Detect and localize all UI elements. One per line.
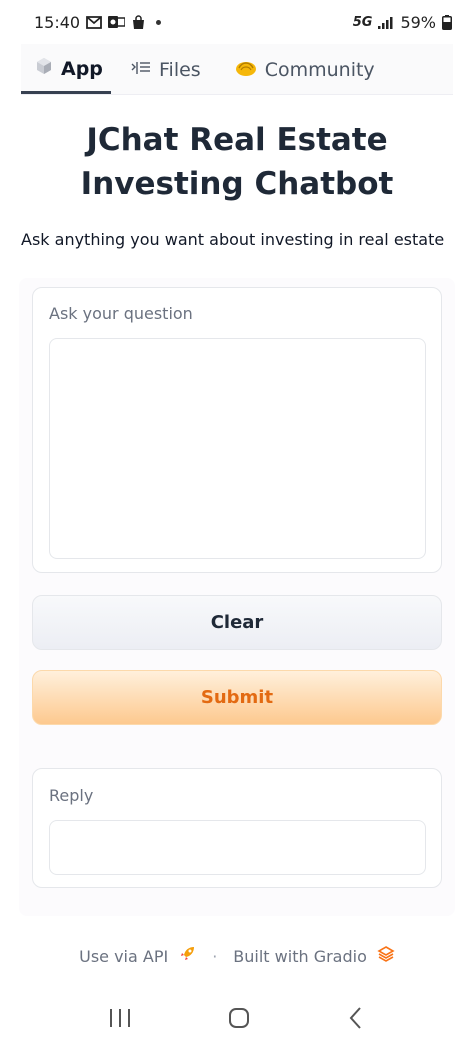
use-via-api-link[interactable]: Use via API <box>79 947 168 966</box>
question-block: Ask your question <box>32 287 442 573</box>
tab-files-label: Files <box>159 59 201 81</box>
status-bar: 15:40 5G 59% <box>0 0 474 44</box>
cube-icon <box>35 57 53 80</box>
question-input[interactable] <box>49 338 426 559</box>
reply-label: Reply <box>49 786 94 805</box>
battery-percent: 59% <box>400 12 436 32</box>
home-icon[interactable] <box>227 1006 251 1034</box>
gmail-icon <box>86 15 103 29</box>
reply-block: Reply <box>32 768 442 888</box>
tab-bar: App Files Community <box>21 44 453 95</box>
footer-separator: · <box>212 946 218 966</box>
tab-app[interactable]: App <box>21 46 111 94</box>
notification-dot-icon <box>156 19 162 25</box>
built-with-gradio-link[interactable]: Built with Gradio <box>233 947 367 966</box>
shopping-bag-icon <box>131 14 146 30</box>
page-description: Ask anything you want about investing in… <box>21 230 445 249</box>
android-nav-bar <box>0 1000 474 1040</box>
tab-community[interactable]: Community <box>221 46 389 94</box>
recent-apps-icon[interactable] <box>108 1007 132 1033</box>
battery-icon <box>442 14 452 30</box>
tab-app-label: App <box>61 57 103 80</box>
community-icon <box>235 59 257 82</box>
status-time: 15:40 <box>34 12 81 32</box>
question-label: Ask your question <box>49 304 193 323</box>
outlook-icon <box>108 15 126 29</box>
files-icon <box>131 59 151 81</box>
status-left: 15:40 <box>34 12 162 32</box>
network-type: 5G <box>352 14 373 30</box>
footer: Use via API · Built with Gradio <box>0 942 474 970</box>
gradio-logo-icon <box>377 945 395 967</box>
rocket-icon <box>178 945 196 967</box>
page-title: JChat Real Estate Investing Chatbot <box>80 122 394 202</box>
tab-files[interactable]: Files <box>117 46 215 94</box>
reply-output[interactable] <box>49 820 426 875</box>
status-right: 5G 59% <box>353 13 452 32</box>
clear-button[interactable]: Clear <box>32 595 442 650</box>
tab-community-label: Community <box>264 59 375 81</box>
submit-button[interactable]: Submit <box>32 670 442 725</box>
signal-icon <box>378 16 394 29</box>
back-icon[interactable] <box>346 1006 366 1034</box>
